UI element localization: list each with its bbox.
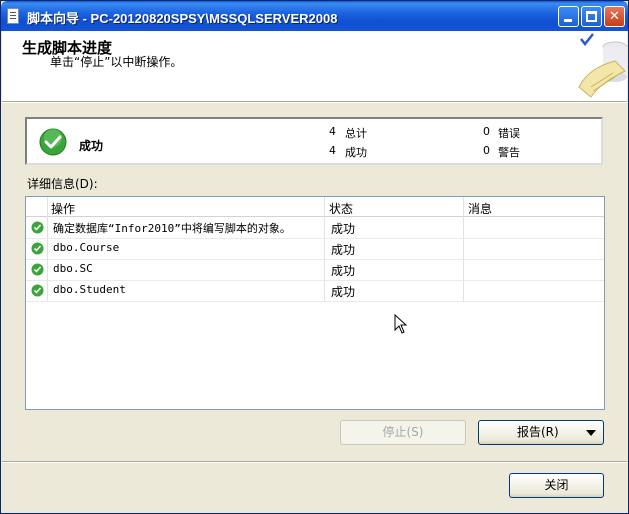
- minimize-button[interactable]: [558, 6, 579, 27]
- success-label: 成功: [345, 146, 367, 159]
- window-title: 脚本向导 - PC-20120820SPSY\MSSQLSERVER2008: [27, 11, 338, 26]
- table-row[interactable]: dbo.Student 成功: [26, 280, 604, 302]
- total-label: 总计: [345, 127, 367, 140]
- page-subtitle: 单击“停止”以中断操作。: [50, 55, 183, 69]
- column-header-message[interactable]: 消息: [468, 200, 492, 217]
- row-operation: dbo.Course: [53, 241, 120, 254]
- column-header-status[interactable]: 状态: [329, 200, 353, 217]
- close-window-button[interactable]: ✕: [604, 6, 625, 27]
- report-button-label: 报告(R): [517, 425, 559, 439]
- warning-label: 警告: [498, 146, 520, 159]
- dropdown-arrow-icon: [586, 430, 596, 436]
- success-check-icon: [31, 242, 44, 255]
- success-check-icon: [31, 263, 44, 276]
- maximize-button[interactable]: [581, 6, 602, 27]
- table-row[interactable]: 确定数据库“Infor2010”中将编写脚本的对象。 成功: [26, 217, 604, 239]
- table-row[interactable]: dbo.SC 成功: [26, 259, 604, 281]
- script-scroll-icon: [578, 33, 627, 98]
- summary-status: 成功: [79, 139, 104, 153]
- success-check-icon: [31, 284, 44, 297]
- grid-header: 操作 状态 消息: [26, 197, 604, 217]
- title-bar[interactable]: 脚本向导 - PC-20120820SPSY\MSSQLSERVER2008 ✕: [1, 1, 628, 31]
- wizard-header: 生成脚本进度 单击“停止”以中断操作。: [2, 31, 627, 102]
- summary-panel: 成功 4 总计 4 成功 0 错误 0 警告: [25, 117, 603, 165]
- row-status: 成功: [331, 285, 356, 299]
- document-icon: [7, 8, 19, 24]
- mouse-cursor-icon: [394, 314, 408, 334]
- row-operation: 确定数据库“Infor2010”中将编写脚本的对象。: [53, 222, 291, 235]
- header-divider: [2, 102, 627, 103]
- row-status: 成功: [331, 222, 356, 236]
- details-label: 详细信息(D):: [27, 177, 98, 191]
- footer-divider-highlight: [2, 462, 627, 463]
- error-label: 错误: [498, 127, 520, 140]
- row-status: 成功: [331, 243, 356, 257]
- stop-button[interactable]: 停止(S): [340, 420, 466, 445]
- close-button[interactable]: 关闭: [509, 473, 604, 498]
- row-operation: dbo.SC: [53, 262, 93, 275]
- error-count: 0: [483, 125, 490, 138]
- report-button[interactable]: 报告(R): [478, 420, 604, 445]
- table-row[interactable]: dbo.Course 成功: [26, 238, 604, 260]
- row-operation: dbo.Student: [53, 283, 126, 296]
- script-wizard-window: 脚本向导 - PC-20120820SPSY\MSSQLSERVER2008 ✕…: [0, 0, 629, 514]
- success-check-icon: [31, 221, 44, 234]
- row-status: 成功: [331, 264, 356, 278]
- success-check-icon: [39, 128, 67, 156]
- warning-count: 0: [483, 144, 490, 157]
- success-count: 4: [329, 144, 336, 157]
- column-header-operation[interactable]: 操作: [51, 200, 75, 217]
- details-grid[interactable]: 操作 状态 消息 确定数据库“Infor2010”中将编写脚本的对象。 成功 d…: [25, 196, 605, 410]
- total-count: 4: [329, 125, 336, 138]
